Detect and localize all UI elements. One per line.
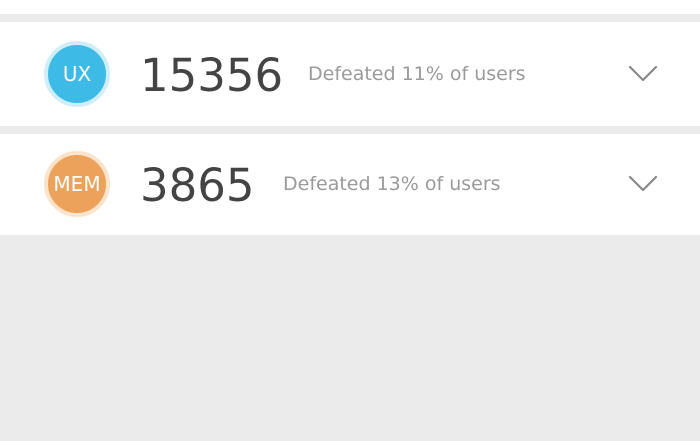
defeated-percentage-text: Defeated 11% of users [308,63,526,85]
defeated-percentage-text: Defeated 13% of users [283,173,501,195]
previous-card-edge [0,0,700,14]
mem-badge-icon: MEM [44,151,110,217]
ux-badge-icon: UX [44,41,110,107]
badge-label: MEM [53,172,101,196]
score-value: 15356 [140,49,284,102]
result-card-ux[interactable]: UX 15356 Defeated 11% of users [0,22,700,126]
badge-label: UX [62,62,92,86]
score-value: 3865 [140,159,255,212]
result-card-mem[interactable]: MEM 3865 Defeated 13% of users [0,134,700,235]
chevron-down-icon[interactable] [628,65,658,83]
chevron-down-icon[interactable] [628,175,658,193]
